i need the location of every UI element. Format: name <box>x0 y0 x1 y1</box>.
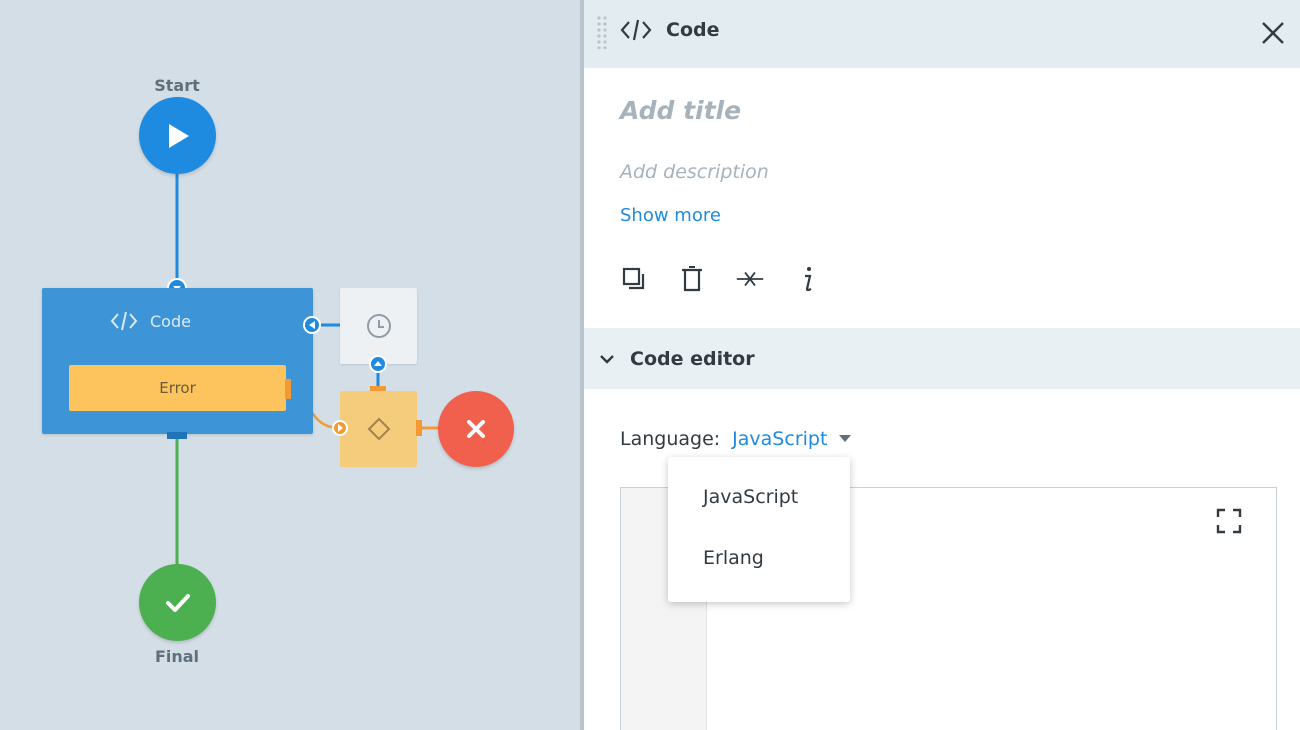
node-toolbar <box>620 264 822 294</box>
delete-button[interactable] <box>678 264 706 294</box>
code-node-title: Code <box>110 310 191 332</box>
clock-icon <box>366 314 391 338</box>
title-input[interactable]: Add title <box>620 96 741 125</box>
trash-icon <box>682 266 702 292</box>
code-icon <box>110 311 138 331</box>
condition-node[interactable] <box>340 391 417 467</box>
language-select[interactable]: JavaScript <box>732 428 852 450</box>
play-icon <box>168 123 189 148</box>
timer-output-port[interactable] <box>302 315 322 335</box>
timer-node[interactable] <box>340 288 417 364</box>
start-node[interactable] <box>139 97 216 174</box>
panel-title: Code <box>620 18 719 42</box>
output-port[interactable] <box>167 432 187 439</box>
panel-title-text: Code <box>666 19 720 41</box>
code-node[interactable]: Code Error <box>42 288 313 434</box>
copy-button[interactable] <box>620 264 648 294</box>
final-label: Final <box>154 647 200 666</box>
error-label: Error <box>159 379 196 397</box>
language-option-erlang[interactable]: Erlang <box>668 528 850 589</box>
close-icon[interactable] <box>1260 20 1286 46</box>
error-output-port[interactable] <box>285 379 291 399</box>
disconnect-icon <box>736 271 764 287</box>
section-title: Code editor <box>630 347 755 370</box>
code-icon <box>620 19 652 41</box>
diamond-icon <box>367 417 390 441</box>
properties-panel: Code Add title Add description Show more <box>584 0 1300 730</box>
error-end-node[interactable] <box>438 391 514 467</box>
final-node[interactable] <box>139 564 216 641</box>
info-icon <box>805 267 812 292</box>
show-more-link[interactable]: Show more <box>620 205 721 226</box>
start-label: Start <box>154 76 200 95</box>
code-node-label: Code <box>150 311 191 331</box>
info-button[interactable] <box>794 264 822 294</box>
copy-icon <box>622 267 645 290</box>
language-option-javascript[interactable]: JavaScript <box>668 467 850 528</box>
close-icon <box>467 420 485 438</box>
fullscreen-icon[interactable] <box>1216 508 1242 534</box>
chevron-down-icon <box>600 354 614 364</box>
condition-output-port[interactable] <box>416 420 422 436</box>
code-editor-section-toggle[interactable]: Code editor <box>584 328 1300 389</box>
error-branch[interactable]: Error <box>69 365 286 411</box>
language-dropdown-menu: JavaScript Erlang <box>668 457 850 602</box>
condition-input-port[interactable] <box>331 419 349 437</box>
check-icon <box>165 593 190 612</box>
description-input[interactable]: Add description <box>620 161 769 183</box>
language-label: Language: <box>620 428 721 450</box>
caret-down-icon <box>839 435 852 442</box>
timer-input-port[interactable] <box>368 354 388 374</box>
process-canvas[interactable]: Start Code Error Final <box>0 0 580 730</box>
language-value: JavaScript <box>732 428 828 450</box>
disconnect-button[interactable] <box>736 264 764 294</box>
drag-handle-icon[interactable] <box>596 15 608 49</box>
language-row: Language: JavaScript <box>620 428 852 450</box>
panel-header: Code <box>584 0 1300 68</box>
